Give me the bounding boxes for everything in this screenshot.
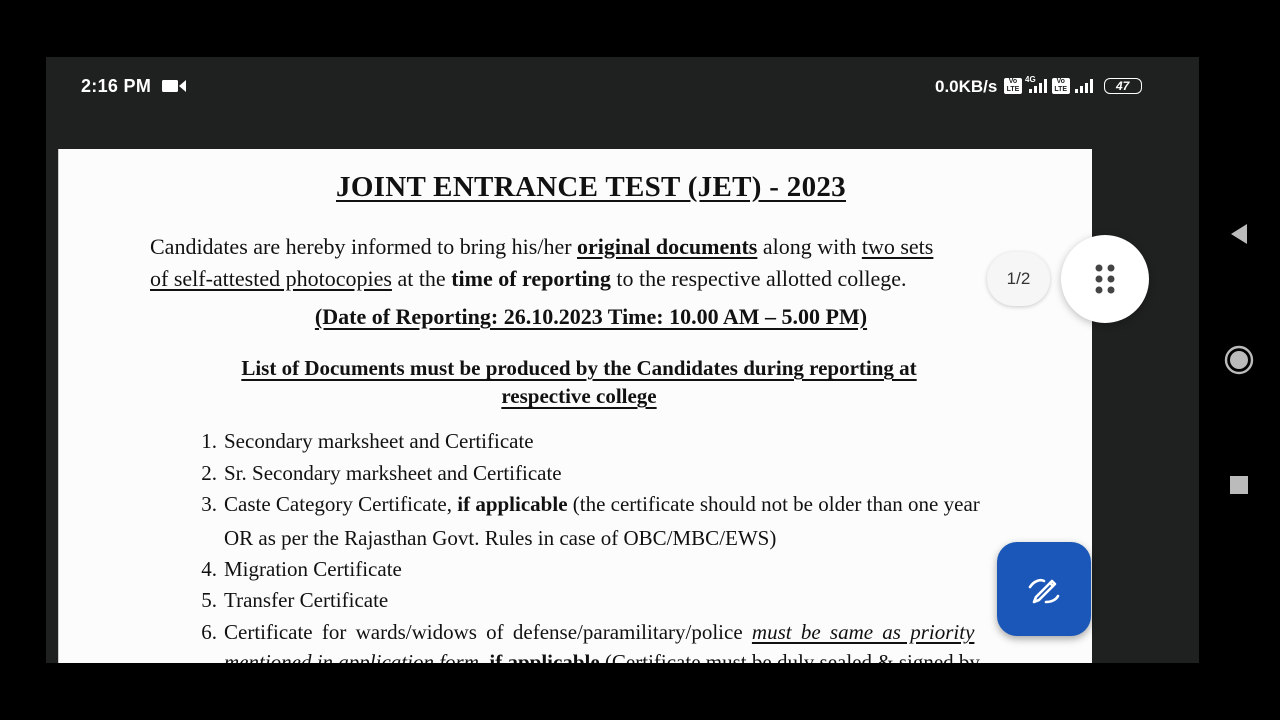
list-heading: List of Documents must be produced by th… — [241, 356, 917, 380]
network-speed: 0.0KB/s — [935, 77, 998, 96]
signal-icon-2 — [1074, 79, 1093, 93]
home-button[interactable] — [1224, 345, 1254, 375]
list-heading-2: respective college — [501, 384, 657, 408]
signal-icon — [1028, 79, 1047, 93]
self-attested-text: of self-attested photocopies — [150, 266, 392, 291]
drag-handle-icon — [1095, 264, 1115, 294]
volte-icon: Vo LTE — [1004, 78, 1022, 94]
intro-line-1: Candidates are hereby informed to bring … — [150, 234, 934, 259]
pencil-edit-icon — [1028, 578, 1060, 604]
scroll-handle-button[interactable] — [1061, 235, 1149, 323]
status-icons: Vo LTE 4G Vo LTE 47 — [1004, 75, 1142, 95]
recents-button[interactable] — [1224, 470, 1254, 500]
video-camera-icon — [162, 80, 186, 92]
volte-icon-2: Vo LTE — [1051, 78, 1070, 94]
status-bar: 2:16 PM 0.0KB/s Vo LTE 4G Vo LTE 47 — [46, 57, 1199, 117]
navigation-bar — [1199, 0, 1280, 720]
status-time: 2:16 PM — [81, 76, 152, 96]
page-indicator: 1/2 — [987, 252, 1050, 306]
time-of-reporting-text: time of reporting — [451, 266, 611, 291]
back-triangle-icon — [1231, 224, 1247, 244]
two-sets-text: two sets — [861, 234, 934, 259]
back-button[interactable] — [1224, 219, 1254, 249]
original-documents-text: original documents — [577, 234, 758, 259]
document-title: JOINT ENTRANCE TEST (JET) - 2023 — [336, 171, 846, 203]
reporting-date: (Date of Reporting: 26.10.2023 Time: 10.… — [314, 304, 868, 329]
edit-button[interactable] — [997, 542, 1091, 636]
home-circle-icon — [1224, 345, 1254, 375]
battery-icon: 47 — [1103, 78, 1142, 94]
intro-line-2: of self-attested photocopies at the time… — [150, 266, 907, 291]
recents-square-icon — [1230, 476, 1248, 494]
pdf-page[interactable]: JOINT ENTRANCE TEST (JET) - 2023 Candida… — [58, 149, 1092, 663]
